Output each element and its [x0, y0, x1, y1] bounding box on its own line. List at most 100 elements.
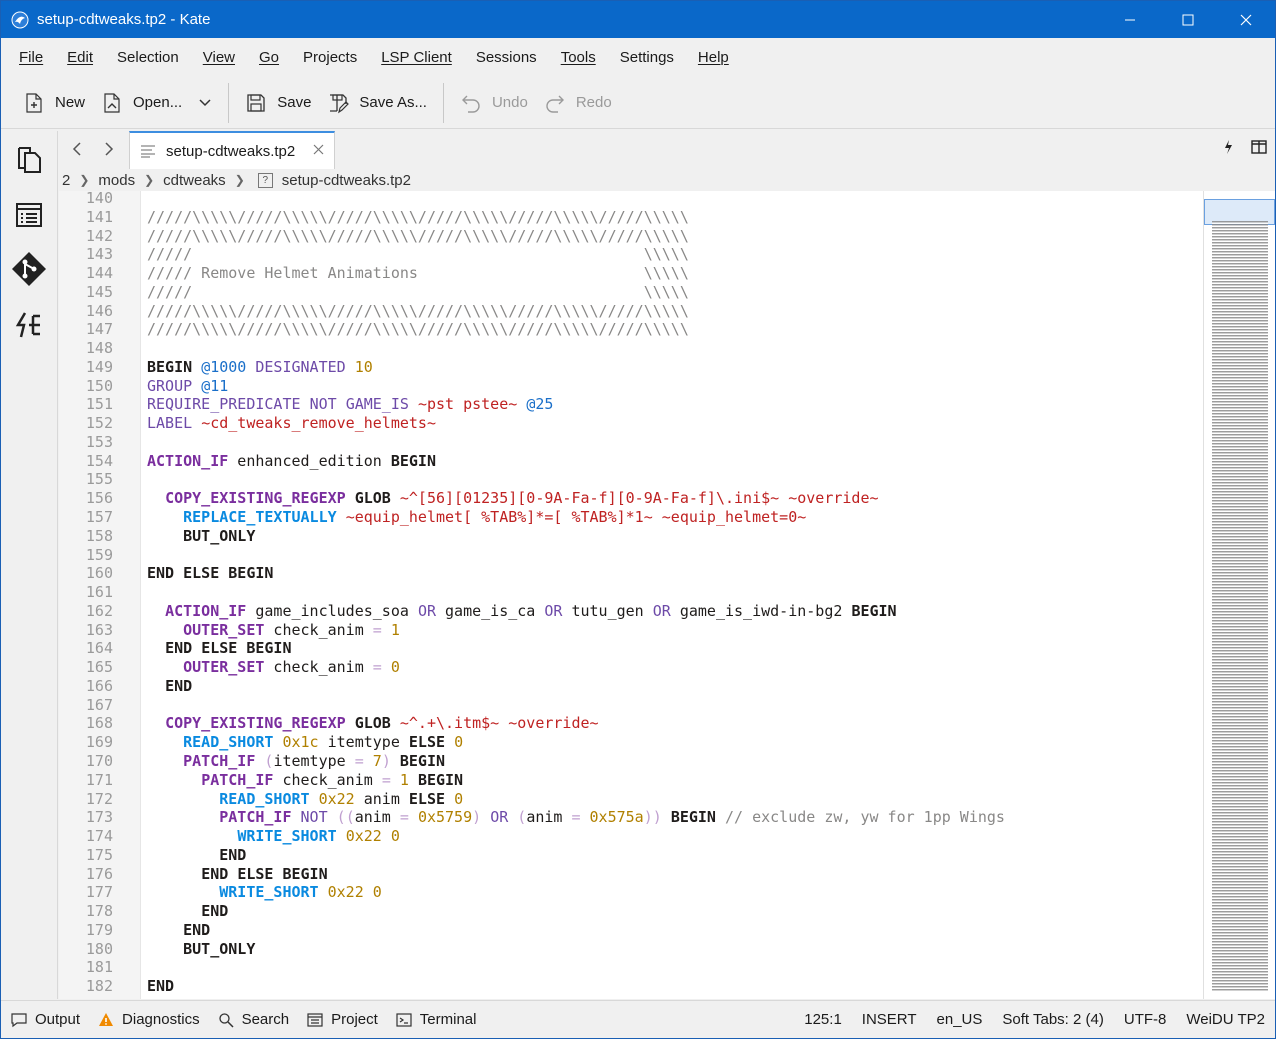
code-line[interactable]: 175 END: [86, 846, 1203, 865]
code-line[interactable]: 163 OUTER_SET check_anim = 1: [86, 621, 1203, 640]
line-number: 144: [85, 264, 113, 283]
breadcrumb-mods[interactable]: mods: [98, 172, 135, 189]
minimap-scrollbar[interactable]: [1203, 191, 1275, 999]
forward-button[interactable]: [99, 139, 119, 159]
spellcheck-dictionary[interactable]: en_US: [937, 1011, 983, 1028]
line-number: 160: [85, 564, 113, 583]
menu-go[interactable]: Go: [247, 49, 291, 66]
tab-setup-cdtweaks[interactable]: setup-cdtweaks.tp2: [129, 131, 335, 169]
menu-tools[interactable]: Tools: [549, 49, 608, 66]
code-line[interactable]: 181: [86, 958, 1203, 977]
code-line[interactable]: 141 /////\\\\\/////\\\\\/////\\\\\/////\\…: [86, 208, 1203, 227]
code-line[interactable]: 176 END ELSE BEGIN: [86, 865, 1203, 884]
project-label: Project: [331, 1011, 378, 1028]
code-editor[interactable]: 140 141 /////\\\\\/////\\\\\/////\\\\\////…: [59, 191, 1203, 999]
menu-edit[interactable]: Edit: [55, 49, 105, 66]
terminal-panel-button[interactable]: Terminal: [396, 1011, 476, 1028]
undo-button[interactable]: Undo: [454, 83, 536, 123]
code-line[interactable]: 182 END: [86, 977, 1203, 996]
line-number: 167: [85, 695, 113, 714]
code-line[interactable]: 140: [86, 191, 1203, 208]
menu-view[interactable]: View: [191, 49, 247, 66]
code-line[interactable]: 156 COPY_EXISTING_REGEXP GLOB ~^[56][012…: [86, 489, 1203, 508]
code-line[interactable]: 152 LABEL ~cd_tweaks_remove_helmets~: [86, 414, 1203, 433]
save-button[interactable]: Save: [239, 83, 319, 123]
code-line[interactable]: 149 BEGIN @1000 DESIGNATED 10: [86, 358, 1203, 377]
diagnostics-panel-button[interactable]: Diagnostics: [98, 1011, 200, 1028]
back-button[interactable]: [67, 139, 87, 159]
menu-selection[interactable]: Selection: [105, 49, 191, 66]
code-line[interactable]: 173 PATCH_IF NOT ((anim = 0x5759) OR (an…: [86, 808, 1203, 827]
search-panel-button[interactable]: Search: [218, 1011, 289, 1028]
close-button[interactable]: [1217, 1, 1275, 38]
save-as-button[interactable]: Save As...: [321, 83, 435, 123]
breadcrumb-cdtweaks[interactable]: cdtweaks: [163, 172, 226, 189]
code-line[interactable]: 159: [86, 546, 1203, 565]
breadcrumb-root[interactable]: 2: [62, 172, 70, 189]
code-line[interactable]: 170 PATCH_IF (itemtype = 7) BEGIN: [86, 752, 1203, 771]
code-line[interactable]: 167: [86, 696, 1203, 715]
menu-sessions[interactable]: Sessions: [464, 49, 549, 66]
redo-button[interactable]: Redo: [538, 83, 620, 123]
open-recent-dropdown[interactable]: [192, 83, 218, 123]
menu-file[interactable]: File: [7, 49, 55, 66]
split-view-icon[interactable]: [1251, 139, 1267, 155]
indentation-settings[interactable]: Soft Tabs: 2 (4): [1002, 1011, 1103, 1028]
cursor-position[interactable]: 125:1: [804, 1011, 842, 1028]
new-button[interactable]: New: [17, 83, 93, 123]
code-line[interactable]: 178 END: [86, 902, 1203, 921]
code-line[interactable]: 154 ACTION_IF enhanced_edition BEGIN: [86, 451, 1203, 471]
breadcrumb-file[interactable]: setup-cdtweaks.tp2: [282, 172, 411, 189]
code-area[interactable]: 140 141 /////\\\\\/////\\\\\/////\\\\\////…: [86, 191, 1203, 996]
menu-help[interactable]: Help: [686, 49, 741, 66]
code-line[interactable]: 143 ///// \\\\\: [86, 245, 1203, 264]
project-panel-button[interactable]: Project: [307, 1011, 378, 1028]
lsp-panel-button[interactable]: [11, 307, 47, 343]
chevron-right-icon: ❯: [79, 173, 90, 187]
symbols-panel-button[interactable]: [11, 197, 47, 233]
git-panel-button[interactable]: [11, 251, 47, 287]
code-line[interactable]: 155: [86, 470, 1203, 489]
code-line[interactable]: 162 ACTION_IF game_includes_soa OR game_…: [86, 602, 1203, 621]
file-encoding[interactable]: UTF-8: [1124, 1011, 1167, 1028]
code-line[interactable]: 174 WRITE_SHORT 0x22 0: [86, 827, 1203, 846]
documents-panel-button[interactable]: [11, 141, 47, 177]
code-line[interactable]: 179 END: [86, 921, 1203, 940]
maximize-button[interactable]: [1159, 1, 1217, 38]
code-line[interactable]: 144 ///// Remove Helmet Animations \\\\\: [86, 264, 1203, 283]
menu-settings[interactable]: Settings: [608, 49, 686, 66]
code-line[interactable]: 165 OUTER_SET check_anim = 0: [86, 658, 1203, 677]
minimize-button[interactable]: [1101, 1, 1159, 38]
code-line[interactable]: 151 REQUIRE_PREDICATE NOT GAME_IS ~pst ps…: [86, 395, 1203, 414]
code-line[interactable]: 171 PATCH_IF check_anim = 1 BEGIN: [86, 771, 1203, 790]
input-mode[interactable]: INSERT: [862, 1011, 917, 1028]
code-line[interactable]: 161: [86, 583, 1203, 602]
code-line[interactable]: 146 /////\\\\\/////\\\\\/////\\\\\/////\\…: [86, 302, 1203, 321]
output-panel-button[interactable]: Output: [11, 1011, 80, 1028]
syntax-mode[interactable]: WeiDU TP2: [1186, 1011, 1265, 1028]
code-line[interactable]: 147 /////\\\\\/////\\\\\/////\\\\\/////\\…: [86, 320, 1203, 339]
code-line[interactable]: 158 BUT_ONLY: [86, 527, 1203, 546]
menu-lsp-client[interactable]: LSP Client: [369, 49, 464, 66]
code-line[interactable]: 166 END: [86, 677, 1203, 696]
code-line[interactable]: 164 END ELSE BEGIN: [86, 639, 1203, 658]
open-button[interactable]: Open...: [95, 83, 190, 123]
code-line[interactable]: 148: [86, 339, 1203, 358]
code-line[interactable]: 157 REPLACE_TEXTUALLY ~equip_helmet[ %TA…: [86, 508, 1203, 527]
line-number: 174: [85, 827, 113, 846]
code-line[interactable]: 160 END ELSE BEGIN: [86, 564, 1203, 583]
code-line[interactable]: 180 BUT_ONLY: [86, 940, 1203, 959]
code-line[interactable]: 150 GROUP @11: [86, 377, 1203, 396]
tab-close-button[interactable]: [313, 142, 324, 160]
line-number: 162: [85, 601, 113, 620]
code-line[interactable]: 172 READ_SHORT 0x22 anim ELSE 0: [86, 790, 1203, 809]
code-line[interactable]: 177 WRITE_SHORT 0x22 0: [86, 883, 1203, 902]
code-line[interactable]: 169 READ_SHORT 0x1c itemtype ELSE 0: [86, 733, 1203, 752]
code-line[interactable]: 153: [86, 433, 1203, 452]
code-line[interactable]: 142 /////\\\\\/////\\\\\/////\\\\\/////\\…: [86, 227, 1203, 246]
code-line[interactable]: 145 ///// \\\\\: [86, 283, 1203, 302]
menu-projects[interactable]: Projects: [291, 49, 369, 66]
code-text: ACTION_IF enhanced_edition BEGIN: [147, 451, 436, 470]
quick-open-icon[interactable]: [1221, 139, 1235, 155]
code-line[interactable]: 168 COPY_EXISTING_REGEXP GLOB ~^.+\.itm$…: [86, 714, 1203, 733]
